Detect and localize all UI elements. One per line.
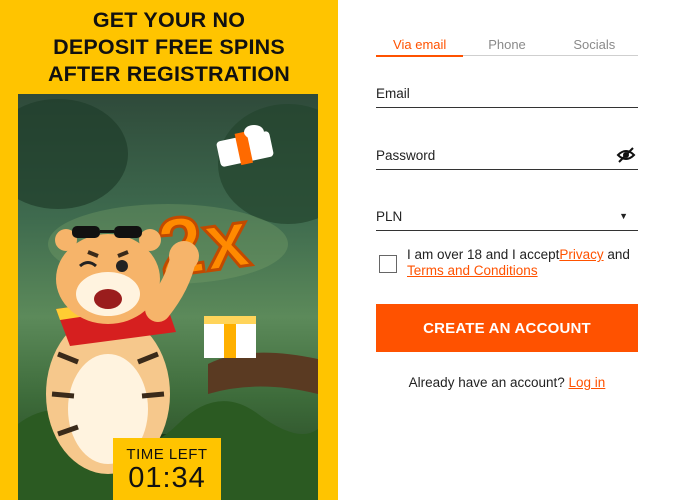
timer-value: 01:34 [128, 462, 206, 494]
agree-text-before: I am over 18 and I accept [407, 247, 560, 262]
promo-title-line-2: DEPOSIT FREE SPINS [53, 35, 285, 59]
currency-value: PLN [376, 209, 403, 224]
eye-slash-icon[interactable] [616, 146, 636, 164]
caret-down-icon[interactable]: ▼ [619, 211, 628, 221]
login-prompt-text: Already have an account? [408, 375, 569, 390]
create-account-button[interactable]: CREATE AN ACCOUNT [376, 304, 638, 352]
currency-select[interactable]: PLN ▼ [376, 207, 638, 231]
login-link[interactable]: Log in [569, 375, 606, 390]
email-label: Email [376, 86, 410, 101]
password-field[interactable]: Password [376, 146, 638, 170]
tab-phone[interactable]: Phone [463, 37, 550, 55]
email-field[interactable]: Email [376, 84, 638, 108]
tab-via-email[interactable]: Via email [376, 37, 464, 57]
tab-socials[interactable]: Socials [551, 37, 638, 55]
countdown-timer: TIME LEFT 01:34 [113, 438, 221, 500]
registration-form: Via email Phone Socials Email Password P… [376, 0, 638, 500]
signup-method-tabs: Via email Phone Socials [376, 37, 638, 57]
login-prompt: Already have an account? Log in [376, 375, 638, 390]
promo-title-line-1: GET YOUR NO [92, 8, 246, 32]
promo-title: GET YOUR NO DEPOSIT FREE SPINS AFTER REG… [0, 7, 338, 88]
terms-link[interactable]: Terms and Conditions [407, 263, 538, 278]
timer-label: TIME LEFT [126, 446, 208, 463]
agree-text-middle: and [603, 247, 630, 262]
gift-box-icon [204, 316, 256, 358]
agree-checkbox[interactable] [379, 255, 397, 273]
promo-title-line-3: AFTER REGISTRATION [47, 62, 291, 86]
promo-panel: GET YOUR NO DEPOSIT FREE SPINS AFTER REG… [0, 0, 338, 500]
privacy-link[interactable]: Privacy [559, 247, 603, 262]
agree-text: I am over 18 and I acceptPrivacy and Ter… [407, 247, 647, 279]
password-label: Password [376, 148, 436, 163]
